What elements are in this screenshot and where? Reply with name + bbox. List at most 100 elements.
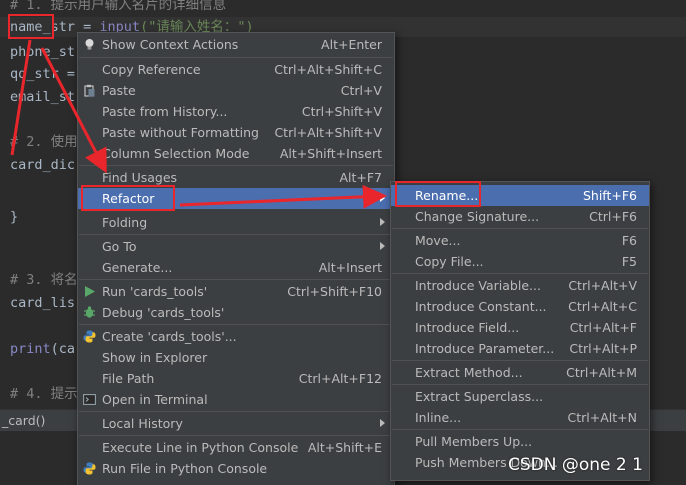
code-line: card_dic	[10, 157, 76, 173]
menu-item-shortcut: Ctrl+Shift+F10	[287, 284, 382, 299]
menu-item-file-path[interactable]: File Path Ctrl+Alt+F12	[78, 368, 394, 389]
menu-item-shortcut: Ctrl+Alt+F12	[298, 371, 382, 386]
menu-item-shortcut: Ctrl+Alt+V	[568, 278, 637, 293]
menu-item-label: Move...	[415, 233, 461, 248]
menu-item-run[interactable]: Run 'cards_tools' Ctrl+Shift+F10	[78, 281, 394, 302]
code-line: print(ca	[10, 339, 75, 359]
menu-item-paste-without-formatting[interactable]: Paste without Formatting Ctrl+Alt+Shift+V	[78, 122, 394, 143]
annotation-box-variable	[8, 14, 54, 39]
menu-item-extract-method[interactable]: Extract Method... Ctrl+Alt+M	[391, 362, 649, 383]
menu-separator	[79, 435, 393, 436]
menu-item-extract-superclass[interactable]: Extract Superclass...	[391, 386, 649, 407]
menu-item-label: Show Context Actions	[102, 37, 239, 52]
menu-item-label: Introduce Variable...	[415, 278, 541, 293]
menu-separator	[79, 57, 393, 58]
code-line: phone_st	[10, 44, 76, 60]
code-line: # 3. 将名	[10, 272, 78, 288]
code-token: print	[10, 341, 51, 357]
menu-item-shortcut: Ctrl+V	[340, 83, 382, 98]
menu-separator	[392, 429, 648, 430]
menu-item-copy-reference[interactable]: Copy Reference Ctrl+Alt+Shift+C	[78, 59, 394, 80]
menu-item-change-signature[interactable]: Change Signature... Ctrl+F6	[391, 206, 649, 227]
code-line: card_lis	[10, 295, 76, 311]
menu-item-label: Extract Superclass...	[415, 389, 544, 404]
menu-item-shortcut: F5	[621, 254, 637, 269]
menu-item-shortcut: Ctrl+Alt+F	[569, 320, 637, 335]
menu-item-show-context-actions[interactable]: Show Context Actions Alt+Enter	[78, 34, 394, 55]
menu-item-label: Create 'cards_tools'...	[102, 329, 237, 344]
menu-item-shortcut: Alt+Enter	[321, 37, 382, 52]
menu-item-run-file-in-console[interactable]: Run File in Python Console	[78, 458, 394, 479]
menu-item-shortcut: Alt+Shift+E	[307, 440, 382, 455]
menu-item-debug[interactable]: Debug 'cards_tools'	[78, 302, 394, 323]
menu-item-show-in-explorer[interactable]: Show in Explorer	[78, 347, 394, 368]
menu-item-label: Paste from History...	[102, 104, 228, 119]
submenu-arrow-icon	[380, 242, 385, 250]
annotation-box-refactor	[81, 185, 175, 211]
code-line: # 4. 提示	[10, 386, 78, 402]
menu-item-shortcut: Ctrl+Alt+Shift+V	[274, 125, 382, 140]
menu-item-introduce-field[interactable]: Introduce Field... Ctrl+Alt+F	[391, 317, 649, 338]
python-icon	[83, 330, 96, 343]
menu-item-label: Introduce Constant...	[415, 299, 547, 314]
breadcrumb-item[interactable]: _card()	[2, 413, 45, 428]
menu-separator	[79, 324, 393, 325]
menu-item-label: Inline...	[415, 410, 462, 425]
submenu-arrow-icon	[380, 419, 385, 427]
menu-item-local-history[interactable]: Local History	[78, 413, 394, 434]
annotation-box-rename	[395, 181, 481, 207]
menu-item-label: Copy File...	[415, 254, 484, 269]
menu-item-introduce-variable[interactable]: Introduce Variable... Ctrl+Alt+V	[391, 275, 649, 296]
menu-separator	[79, 234, 393, 235]
menu-separator	[79, 279, 393, 280]
menu-item-copy-file[interactable]: Copy File... F5	[391, 251, 649, 272]
menu-item-shortcut: Ctrl+Alt+Shift+C	[274, 62, 382, 77]
menu-item-label: Execute Line in Python Console	[102, 440, 299, 455]
code-line: qq_str =	[10, 66, 76, 82]
code-line: # 2. 使用	[10, 134, 78, 150]
code-line: }	[10, 209, 19, 225]
menu-item-create-run-config[interactable]: Create 'cards_tools'...	[78, 326, 394, 347]
menu-item-label: Copy Reference	[102, 62, 201, 77]
watermark: CSDN @one 2 1	[508, 455, 643, 475]
menu-item-shortcut: Ctrl+Alt+N	[567, 410, 637, 425]
menu-item-label: Pull Members Up...	[415, 434, 533, 449]
menu-item-paste-from-history[interactable]: Paste from History... Ctrl+Shift+V	[78, 101, 394, 122]
menu-item-shortcut: Ctrl+F6	[589, 209, 637, 224]
menu-item-shortcut: F6	[621, 233, 637, 248]
menu-item-execute-line-in-console[interactable]: Execute Line in Python Console Alt+Shift+…	[78, 437, 394, 458]
menu-item-paste[interactable]: Paste Ctrl+V	[78, 80, 394, 101]
menu-item-label: Column Selection Mode	[102, 146, 250, 161]
bulb-icon	[85, 39, 94, 50]
menu-item-introduce-parameter[interactable]: Introduce Parameter... Ctrl+Alt+P	[391, 338, 649, 359]
menu-item-shortcut: Ctrl+Alt+M	[566, 365, 637, 380]
submenu-arrow-icon	[380, 218, 385, 226]
menu-item-go-to[interactable]: Go To	[78, 236, 394, 257]
run-icon	[85, 286, 95, 297]
menu-item-open-in-terminal[interactable]: Open in Terminal	[78, 389, 394, 410]
menu-item-label: Go To	[102, 239, 137, 254]
menu-item-label: Paste without Formatting	[102, 125, 259, 140]
menu-item-label: Show in Explorer	[102, 350, 208, 365]
menu-item-folding[interactable]: Folding	[78, 212, 394, 233]
menu-item-label: Paste	[102, 83, 136, 98]
menu-item-move[interactable]: Move... F6	[391, 230, 649, 251]
menu-item-label: File Path	[102, 371, 155, 386]
code-token: (ca	[50, 341, 76, 357]
menu-item-generate[interactable]: Generate... Alt+Insert	[78, 257, 394, 278]
code-line: email_st	[10, 89, 76, 105]
menu-separator	[79, 165, 393, 166]
menu-item-label: Extract Method...	[415, 365, 523, 380]
submenu-arrow-icon	[380, 194, 385, 202]
menu-item-shortcut: Alt+F7	[339, 170, 382, 185]
menu-item-label: Generate...	[102, 260, 173, 275]
menu-item-pull-members-up[interactable]: Pull Members Up...	[391, 431, 649, 452]
menu-item-column-selection-mode[interactable]: Column Selection Mode Alt+Shift+Insert	[78, 143, 394, 164]
menu-separator	[392, 360, 648, 361]
refactor-submenu: Rename... Shift+F6 Change Signature... Ctr…	[390, 181, 650, 481]
menu-item-inline[interactable]: Inline... Ctrl+Alt+N	[391, 407, 649, 428]
paste-icon	[84, 84, 95, 97]
menu-item-shortcut: Ctrl+Shift+V	[301, 104, 382, 119]
menu-item-introduce-constant[interactable]: Introduce Constant... Ctrl+Alt+C	[391, 296, 649, 317]
menu-item-shortcut: Ctrl+Alt+C	[568, 299, 637, 314]
